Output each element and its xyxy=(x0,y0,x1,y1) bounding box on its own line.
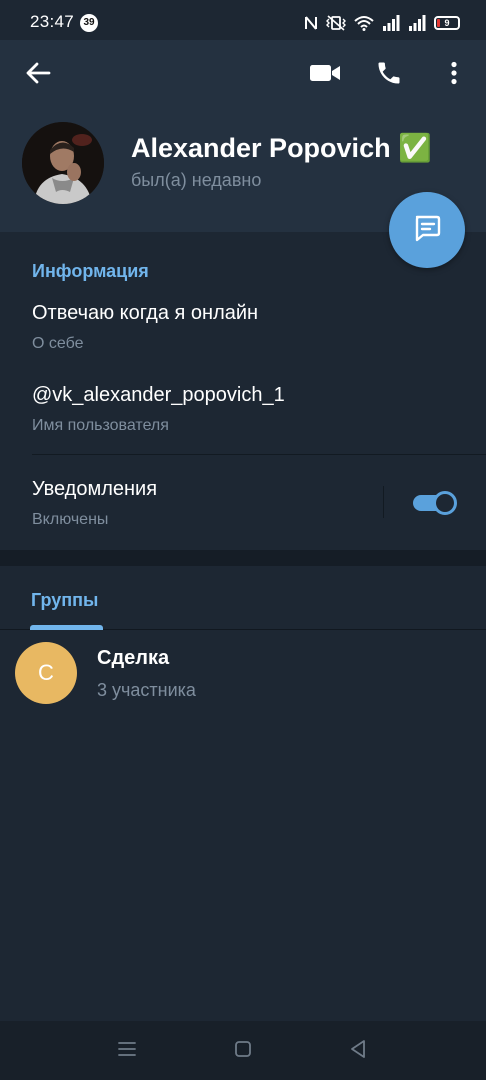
section-gap xyxy=(0,550,486,566)
menu-icon xyxy=(117,1041,137,1062)
wifi-icon xyxy=(354,15,374,31)
video-call-button[interactable] xyxy=(303,53,347,97)
arrow-left-icon xyxy=(25,62,51,89)
home-button[interactable] xyxy=(225,1033,261,1069)
send-message-button[interactable] xyxy=(389,192,465,268)
profile-status: был(а) недавно xyxy=(131,170,262,190)
more-vertical-icon xyxy=(450,61,458,90)
system-nav-bar xyxy=(0,1021,486,1080)
status-bar: 23:47 39 9 xyxy=(0,0,486,40)
notifications-status: Включены xyxy=(32,511,109,528)
call-button[interactable] xyxy=(367,53,411,97)
battery-icon: 9 xyxy=(434,16,460,30)
back-nav-button[interactable] xyxy=(340,1033,376,1069)
notifications-toggle[interactable] xyxy=(411,488,459,518)
groups-tabbar: Группы xyxy=(0,566,486,630)
profile-avatar[interactable] xyxy=(22,122,104,204)
username-label: Имя пользователя xyxy=(32,417,169,434)
tab-groups[interactable]: Группы xyxy=(31,590,98,611)
battery-level: 9 xyxy=(444,18,450,28)
home-square-icon xyxy=(234,1040,252,1063)
list-item[interactable]: C Сделка 3 участника xyxy=(0,631,486,717)
group-avatar: C xyxy=(15,642,77,704)
signal-icon xyxy=(382,15,400,31)
status-icons: 9 xyxy=(304,12,460,34)
group-members-count: 3 участника xyxy=(97,680,196,700)
more-options-button[interactable] xyxy=(432,53,476,97)
vertical-separator xyxy=(383,486,384,518)
status-time: 23:47 xyxy=(30,12,75,31)
group-name: Сделка xyxy=(97,647,170,669)
phone-icon xyxy=(375,59,403,92)
message-icon xyxy=(412,213,442,248)
nfc-icon xyxy=(304,15,318,31)
bio-label: О себе xyxy=(32,335,84,352)
vibrate-icon xyxy=(326,15,346,31)
notification-count-badge: 39 xyxy=(80,14,98,32)
back-button[interactable] xyxy=(16,53,60,97)
notifications-title: Уведомления xyxy=(32,478,158,500)
bio-text: Отвечаю когда я онлайн xyxy=(32,302,259,324)
divider xyxy=(32,454,486,455)
back-triangle-icon xyxy=(349,1039,367,1064)
signal-icon xyxy=(408,15,426,31)
username-text: @vk_alexander_popovich_1 xyxy=(32,384,285,406)
info-section-title: Информация xyxy=(32,261,149,281)
tab-indicator xyxy=(30,625,103,630)
video-camera-icon xyxy=(309,63,341,88)
recent-apps-button[interactable] xyxy=(109,1033,145,1069)
profile-name: Alexander Popovich ✅ xyxy=(131,133,432,163)
